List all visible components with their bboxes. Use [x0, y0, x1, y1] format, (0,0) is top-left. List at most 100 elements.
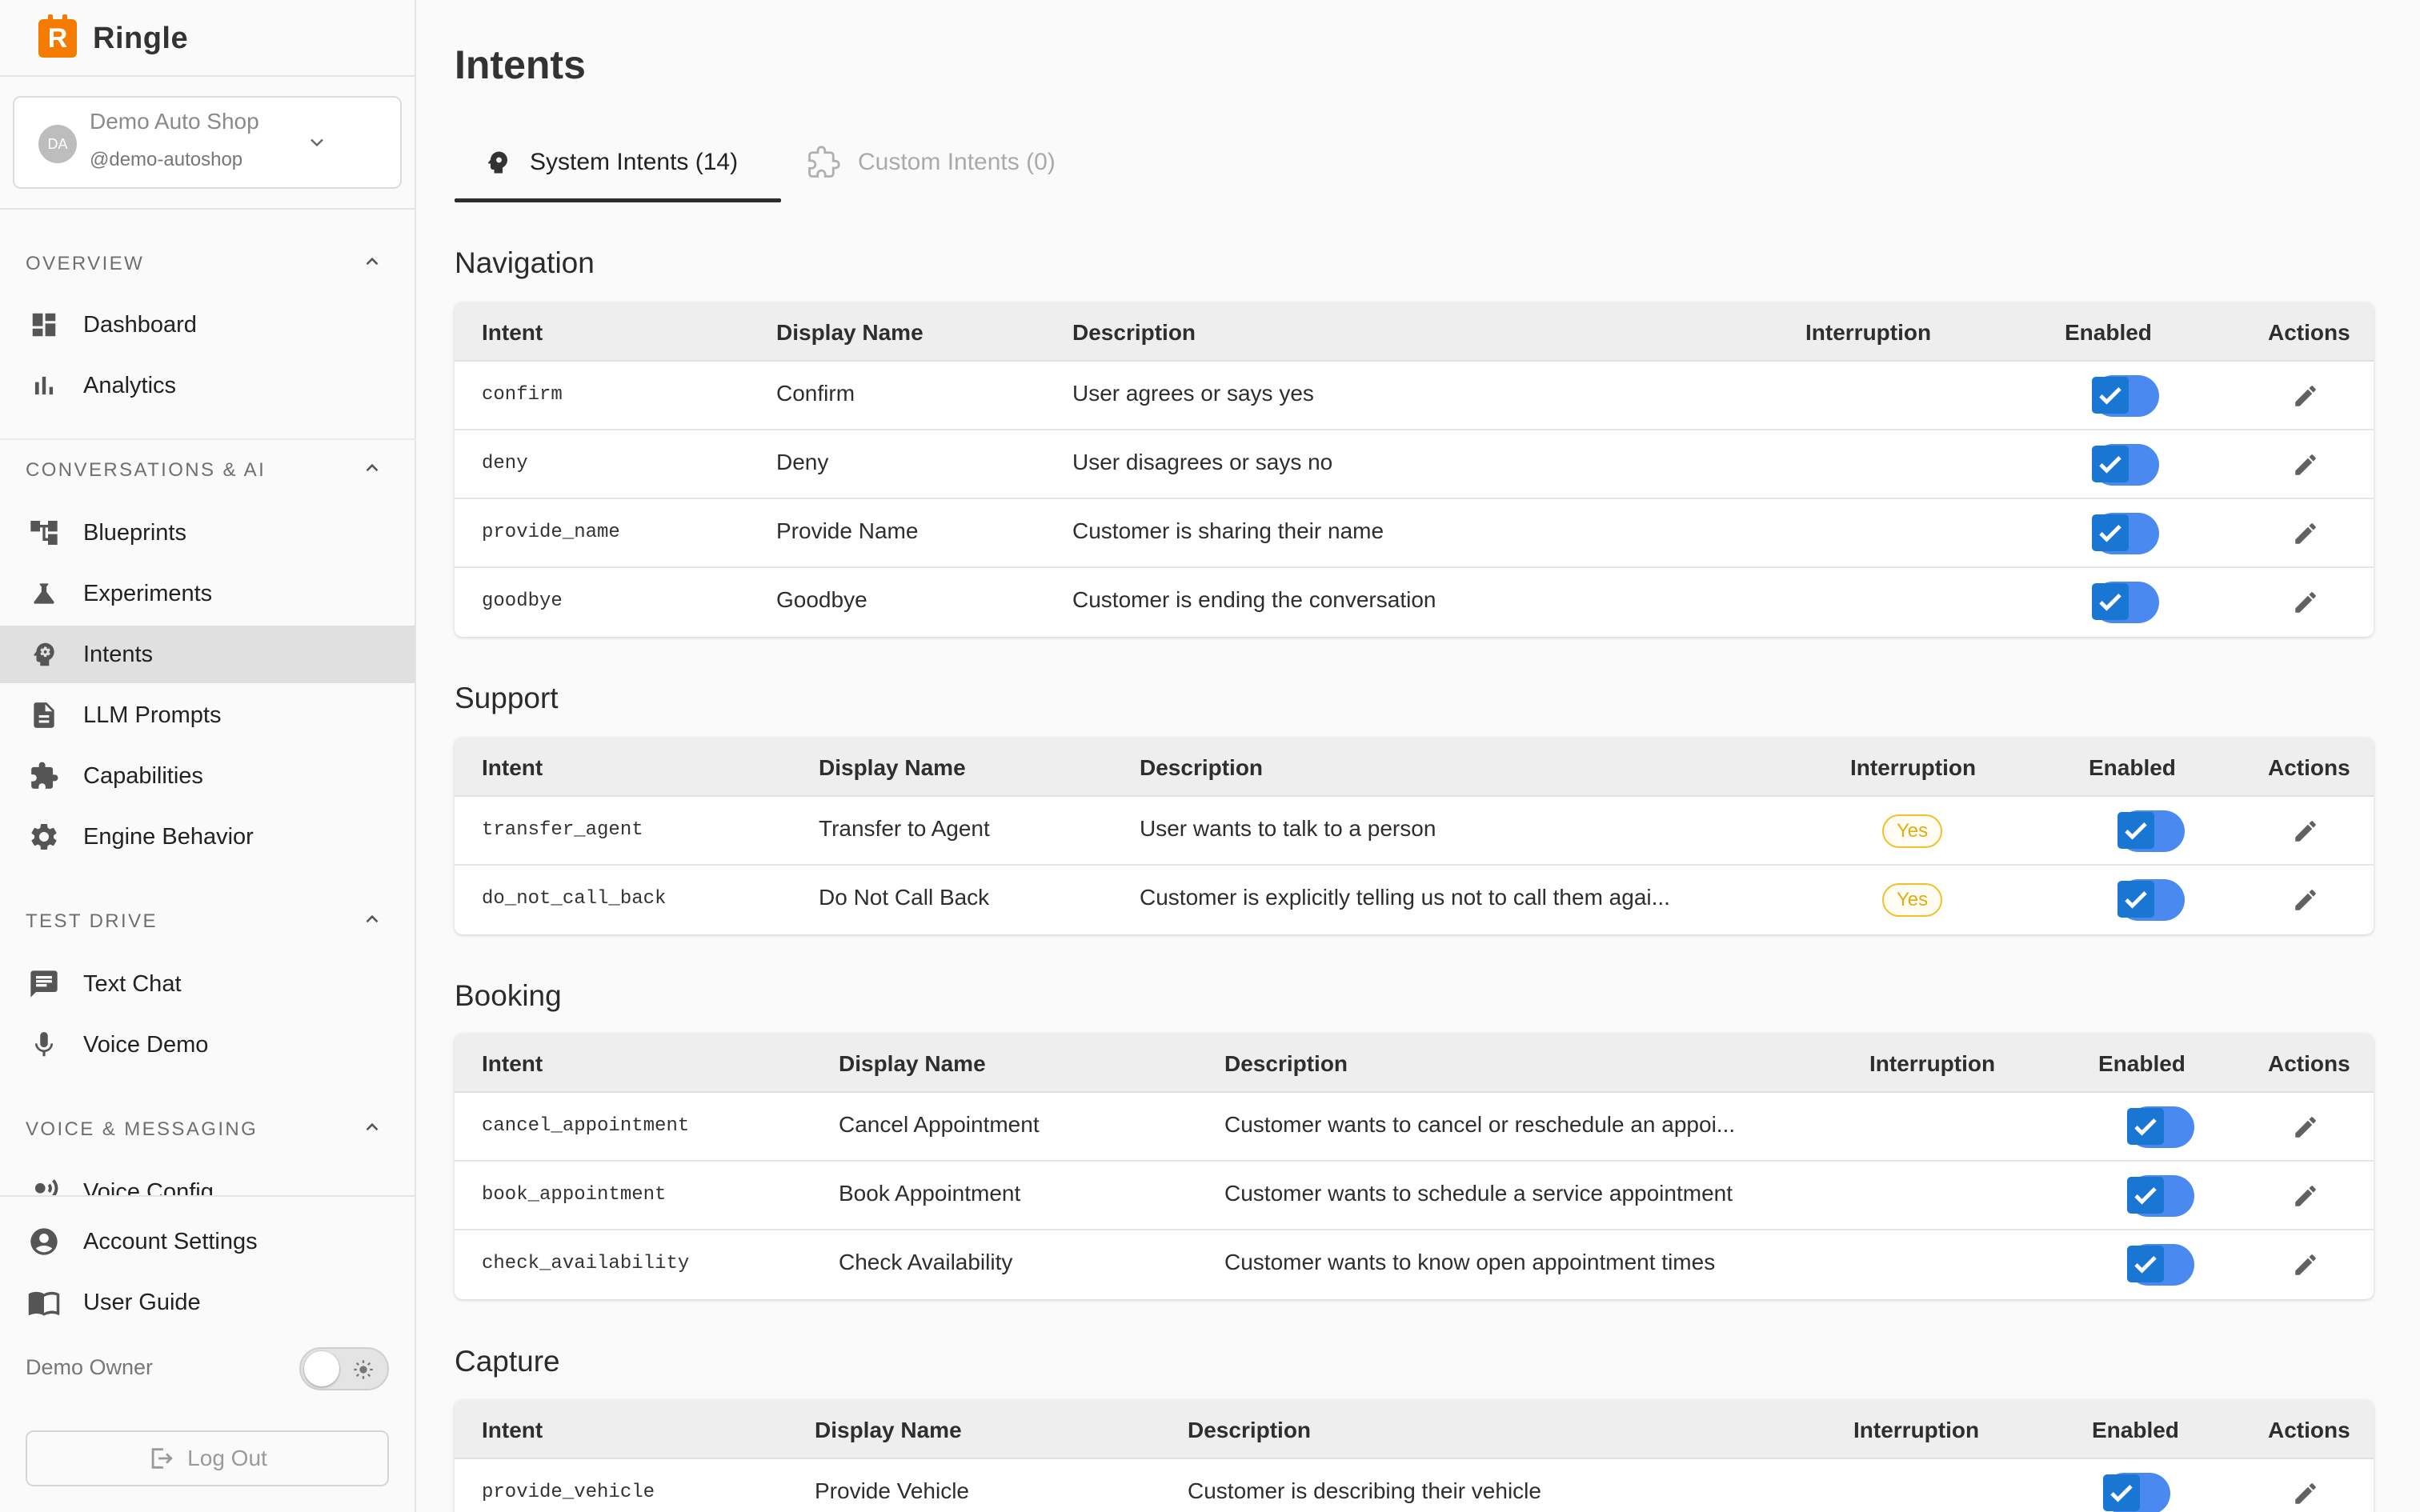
- sidebar-item-llm-prompts[interactable]: LLM Prompts: [0, 686, 415, 744]
- check-icon: [2103, 1474, 2140, 1511]
- column-header: Enabled: [2092, 1418, 2179, 1442]
- sidebar-item-intents[interactable]: Intents: [0, 626, 415, 683]
- ringle-logo-icon: R: [38, 14, 77, 58]
- logout-button[interactable]: Log Out: [26, 1430, 389, 1486]
- chevron-down-icon: [311, 138, 323, 147]
- sidebar-item-engine-behavior[interactable]: Engine Behavior: [0, 808, 415, 866]
- logout-icon: [151, 1448, 173, 1469]
- enabled-toggle[interactable]: [2103, 1473, 2170, 1512]
- enabled-toggle[interactable]: [2127, 1244, 2194, 1286]
- edit-pencil-icon[interactable]: [2292, 818, 2319, 845]
- avatar: DA: [38, 125, 77, 163]
- toggle-knob: [304, 1351, 339, 1386]
- sidebar-item-label: User Guide: [83, 1289, 201, 1315]
- edit-pencil-icon[interactable]: [2292, 1182, 2319, 1210]
- enabled-toggle[interactable]: [2092, 582, 2159, 623]
- edit-pencil-icon[interactable]: [2292, 451, 2319, 478]
- edit-pencil-icon[interactable]: [2292, 1480, 2319, 1507]
- sidebar-item-user-guide[interactable]: User Guide: [0, 1274, 415, 1331]
- column-header: Description: [1072, 320, 1196, 345]
- edit-pencil-icon[interactable]: [2292, 886, 2319, 914]
- intent-key: confirm: [482, 384, 563, 406]
- sidebar-item-account-settings[interactable]: Account Settings: [0, 1213, 415, 1270]
- sidebar-item-voice-demo[interactable]: Voice Demo: [0, 1016, 415, 1074]
- intent-key: provide_vehicle: [482, 1482, 655, 1503]
- account-switcher[interactable]: DA Demo Auto Shop @demo-autoshop: [13, 96, 402, 189]
- intent-key: goodbye: [482, 590, 563, 612]
- sidebar-item-text-chat[interactable]: Text Chat: [0, 955, 415, 1013]
- document-icon: [27, 698, 61, 732]
- column-header: Interruption: [1853, 1418, 1980, 1442]
- display-name: Provide Name: [776, 518, 919, 543]
- intent-key: cancel_appointment: [482, 1115, 690, 1137]
- sidebar-item-analytics[interactable]: Analytics: [0, 357, 415, 414]
- sidebar-item-label: Engine Behavior: [83, 823, 254, 850]
- sidebar-item-label: Blueprints: [83, 519, 186, 546]
- column-header: Intent: [482, 320, 543, 345]
- column-header: Display Name: [776, 320, 924, 345]
- sidebar-item-experiments[interactable]: Experiments: [0, 565, 415, 622]
- microphone-icon: [27, 1028, 61, 1062]
- intent-key: do_not_call_back: [482, 888, 667, 910]
- sidebar-item-blueprints[interactable]: Blueprints: [0, 504, 415, 562]
- edit-pencil-icon[interactable]: [2292, 1251, 2319, 1278]
- column-header: Actions: [2268, 1051, 2350, 1076]
- edit-pencil-icon[interactable]: [2292, 520, 2319, 547]
- enabled-toggle[interactable]: [2092, 375, 2159, 417]
- sidebar-item-label: Dashboard: [83, 311, 197, 338]
- theme-toggle[interactable]: [299, 1347, 389, 1390]
- edit-pencil-icon[interactable]: [2292, 1114, 2319, 1141]
- brand[interactable]: R Ringle: [38, 14, 188, 59]
- column-header: Enabled: [2098, 1051, 2186, 1076]
- chevron-up-icon[interactable]: [362, 251, 383, 272]
- tab-custom-intents[interactable]: Custom Intents (0): [807, 126, 1056, 198]
- check-icon: [2092, 514, 2129, 551]
- column-header: Intent: [482, 755, 543, 780]
- intents-table: Intent Display Name Description Interruptio…: [455, 738, 2374, 934]
- table-row: provide_name Provide Name Customer is shar…: [455, 499, 2374, 568]
- description: Customer wants to know open appointment …: [1224, 1250, 1716, 1274]
- sidebar-item-dashboard[interactable]: Dashboard: [0, 296, 415, 354]
- record-voice-icon: [27, 1175, 61, 1195]
- table-row: book_appointment Book Appointment Customer…: [455, 1162, 2374, 1230]
- column-header: Actions: [2268, 1418, 2350, 1442]
- logout-label: Log Out: [187, 1446, 267, 1470]
- tab-system-intents[interactable]: System Intents (14): [483, 126, 738, 198]
- check-icon: [2127, 1246, 2164, 1282]
- edit-pencil-icon[interactable]: [2292, 382, 2319, 410]
- enabled-toggle[interactable]: [2127, 1175, 2194, 1217]
- sidebar-item-capabilities[interactable]: Capabilities: [0, 747, 415, 805]
- table-row: goodbye Goodbye Customer is ending the con…: [455, 568, 2374, 637]
- sidebar-item-label: Experiments: [83, 580, 213, 606]
- column-header: Intent: [482, 1418, 543, 1442]
- column-header: Actions: [2268, 755, 2350, 780]
- puzzle-icon: [808, 146, 840, 178]
- account-tree-icon: [27, 516, 61, 550]
- enabled-toggle[interactable]: [2092, 444, 2159, 486]
- column-header: Description: [1140, 755, 1264, 780]
- chevron-up-icon[interactable]: [362, 1117, 383, 1138]
- display-name: Check Availability: [839, 1250, 1013, 1274]
- enabled-toggle[interactable]: [2092, 513, 2159, 554]
- table-row: cancel_appointment Cancel Appointment Cust…: [455, 1093, 2374, 1162]
- check-icon: [2092, 583, 2129, 620]
- main-content: Intents System Intents (14) Custom Inten…: [416, 0, 2420, 1512]
- enabled-toggle[interactable]: [2127, 1106, 2194, 1148]
- flask-icon: [27, 577, 61, 610]
- sidebar-item-voice-config[interactable]: Voice Config: [0, 1163, 415, 1195]
- enabled-toggle[interactable]: [2118, 810, 2185, 852]
- enabled-toggle[interactable]: [2118, 879, 2185, 921]
- check-icon: [2127, 1177, 2164, 1214]
- chevron-up-icon[interactable]: [362, 458, 383, 478]
- column-header: Actions: [2268, 320, 2350, 345]
- sidebar-item-label: Voice Demo: [83, 1031, 209, 1058]
- table-row: transfer_agent Transfer to Agent User want…: [455, 797, 2374, 866]
- intent-key: deny: [482, 453, 528, 474]
- display-name: Deny: [776, 450, 829, 474]
- edit-pencil-icon[interactable]: [2292, 589, 2319, 616]
- chevron-up-icon[interactable]: [362, 909, 383, 930]
- user-name: Demo Owner: [26, 1355, 154, 1379]
- table-row: do_not_call_back Do Not Call Back Customer…: [455, 866, 2374, 934]
- column-header: Intent: [482, 1051, 543, 1076]
- intents-table: Intent Display Name Description Interruptio…: [455, 302, 2374, 637]
